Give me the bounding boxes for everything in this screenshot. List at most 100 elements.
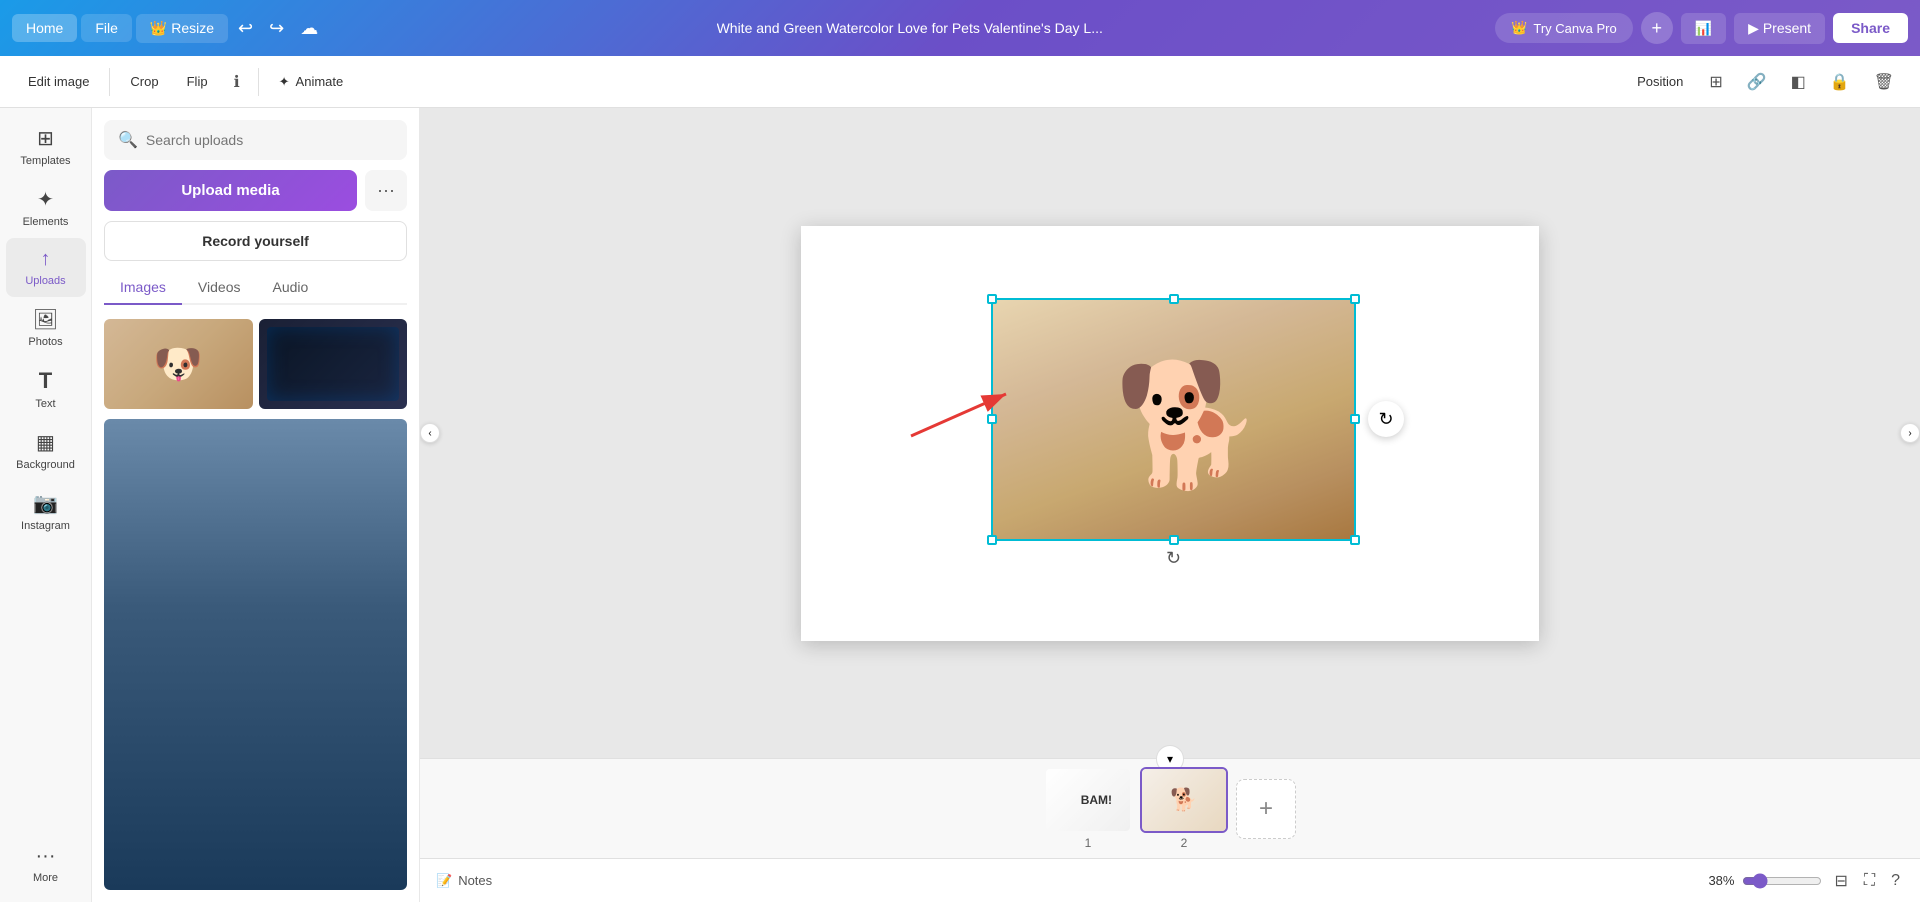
filmstrip: ▾ 1 2 + xyxy=(420,758,1920,858)
crown-pro-icon: 👑 xyxy=(1511,20,1527,36)
crop-button[interactable]: Crop xyxy=(118,67,170,96)
cloud-save-button[interactable]: ☁ xyxy=(294,12,324,45)
upload-thumbnail-dashboard[interactable] xyxy=(259,319,408,409)
handle-bottom-middle[interactable] xyxy=(1169,535,1179,545)
photos-icon: 🖼 xyxy=(33,307,58,332)
search-input[interactable] xyxy=(146,132,393,148)
topbar-right: 👑 Try Canva Pro + 📊 ▶ Present Share xyxy=(1495,12,1908,44)
present-icon: ▶ xyxy=(1748,20,1759,36)
expand-button[interactable]: ⛶ xyxy=(1860,868,1879,894)
add-page-button[interactable]: + xyxy=(1236,779,1296,839)
share-button[interactable]: Share xyxy=(1833,13,1908,43)
layers-button[interactable]: ◧ xyxy=(1781,65,1816,99)
toolbar-right: Position ⊞ 🔗 ◧ 🔒 🗑 xyxy=(1625,65,1904,99)
upload-btn-row: Upload media ··· xyxy=(104,170,407,211)
sidebar-item-elements[interactable]: ✦ Elements xyxy=(6,177,86,238)
help-button[interactable]: ? xyxy=(1887,868,1904,894)
search-icon: 🔍 xyxy=(118,130,138,150)
elements-icon: ✦ xyxy=(37,187,54,212)
background-icon: ▦ xyxy=(36,430,55,455)
tab-audio[interactable]: Audio xyxy=(256,271,324,305)
page-thumb-2[interactable] xyxy=(1140,767,1228,833)
page-thumb-1[interactable] xyxy=(1044,767,1132,833)
image-grid xyxy=(104,319,407,409)
dog-image xyxy=(993,300,1354,539)
page-number-1: 1 xyxy=(1085,836,1092,850)
rotate-handle[interactable]: ↻ xyxy=(1368,401,1404,437)
record-yourself-button[interactable]: Record yourself xyxy=(104,221,407,261)
divider-1 xyxy=(109,68,110,96)
gradient-panel xyxy=(104,419,407,890)
upload-thumbnail-dog[interactable] xyxy=(104,319,253,409)
topbar-left: Home File 👑 Resize ↩ ↪ ☁ xyxy=(12,12,324,45)
link-button[interactable]: 🔗 xyxy=(1737,65,1777,99)
resize-button[interactable]: 👑 Resize xyxy=(136,14,228,43)
position-button[interactable]: Position xyxy=(1625,67,1695,96)
chart-button[interactable]: 📊 xyxy=(1681,13,1726,44)
redo-button[interactable]: ↪ xyxy=(263,12,290,45)
page-count-button[interactable]: ⊟ xyxy=(1830,867,1851,895)
notes-icon: 📝 xyxy=(436,873,452,889)
tab-videos[interactable]: Videos xyxy=(182,271,257,305)
instagram-icon: 📷 xyxy=(33,491,58,516)
upload-more-button[interactable]: ··· xyxy=(365,170,407,211)
canvas-image-element[interactable]: ↻ ↻ xyxy=(991,298,1356,541)
topbar: Home File 👑 Resize ↩ ↪ ☁ White and Green… xyxy=(0,0,1920,56)
delete-button[interactable]: 🗑 xyxy=(1864,65,1904,99)
zoom-area: 38% ⊟ ⛶ ? xyxy=(1708,867,1904,895)
canvas-page: ↻ ↻ xyxy=(801,226,1539,641)
edit-image-button[interactable]: Edit image xyxy=(16,67,101,96)
home-button[interactable]: Home xyxy=(12,14,77,42)
status-bar: 📝 Notes 38% ⊟ ⛶ ? xyxy=(420,858,1920,902)
page-number-2: 2 xyxy=(1181,836,1188,850)
text-icon: T xyxy=(39,368,52,394)
info-button[interactable]: ℹ xyxy=(224,65,250,99)
animate-button[interactable]: ✦ Animate xyxy=(267,67,356,97)
file-button[interactable]: File xyxy=(81,14,132,42)
undo-button[interactable]: ↩ xyxy=(232,12,259,45)
search-bar: 🔍 xyxy=(104,120,407,160)
handle-top-middle[interactable] xyxy=(1169,294,1179,304)
zoom-slider[interactable] xyxy=(1742,873,1822,889)
tab-images[interactable]: Images xyxy=(104,271,182,305)
sidebar-item-text[interactable]: T Text xyxy=(6,358,86,420)
sidebar-item-uploads[interactable]: ↑ Uploads xyxy=(6,238,86,297)
filmstrip-center: 1 2 + xyxy=(428,767,1912,850)
document-title: White and Green Watercolor Love for Pets… xyxy=(717,20,1103,36)
handle-top-left[interactable] xyxy=(987,294,997,304)
templates-icon: ⊞ xyxy=(37,126,54,151)
canvas-area: ↻ ↻ › xyxy=(420,108,1920,902)
refresh-below-handle[interactable]: ↻ xyxy=(1166,548,1181,569)
main-content: ⊞ Templates ✦ Elements ↑ Uploads 🖼 Photo… xyxy=(0,108,1920,902)
try-pro-button[interactable]: 👑 Try Canva Pro xyxy=(1495,13,1633,43)
upload-media-button[interactable]: Upload media xyxy=(104,170,357,211)
add-button[interactable]: + xyxy=(1641,12,1673,44)
uploads-panel: 🔍 Upload media ··· Record yourself Image… xyxy=(92,108,420,902)
handle-bottom-left[interactable] xyxy=(987,535,997,545)
present-button[interactable]: ▶ Present xyxy=(1734,13,1825,44)
notes-button[interactable]: 📝 Notes xyxy=(436,873,492,889)
grid-button[interactable]: ⊞ xyxy=(1699,65,1732,99)
sidebar-icons: ⊞ Templates ✦ Elements ↑ Uploads 🖼 Photo… xyxy=(0,108,92,902)
tabs: Images Videos Audio xyxy=(104,271,407,305)
page-thumbnail-2 xyxy=(1142,769,1226,831)
sidebar-item-more[interactable]: ··· More xyxy=(6,835,86,894)
uploads-icon: ↑ xyxy=(41,248,51,271)
zoom-value: 38% xyxy=(1708,873,1734,888)
handle-middle-left[interactable] xyxy=(987,414,997,424)
sidebar-item-photos[interactable]: 🖼 Photos xyxy=(6,297,86,358)
page-item-1: 1 xyxy=(1044,767,1132,850)
handle-bottom-right[interactable] xyxy=(1350,535,1360,545)
left-collapse-button[interactable]: ‹ xyxy=(420,423,440,443)
lock-button[interactable]: 🔒 xyxy=(1820,65,1860,99)
flip-button[interactable]: Flip xyxy=(175,67,220,96)
handle-top-right[interactable] xyxy=(1350,294,1360,304)
crown-icon: 👑 xyxy=(150,20,167,36)
handle-middle-right[interactable] xyxy=(1350,414,1360,424)
sidebar-item-background[interactable]: ▦ Background xyxy=(6,420,86,481)
right-collapse-button[interactable]: › xyxy=(1900,423,1920,443)
sidebar-item-instagram[interactable]: 📷 Instagram xyxy=(6,481,86,542)
secondary-toolbar: Edit image Crop Flip ℹ ✦ Animate Positio… xyxy=(0,56,1920,108)
sidebar-item-templates[interactable]: ⊞ Templates xyxy=(6,116,86,177)
more-icon: ··· xyxy=(36,845,56,868)
